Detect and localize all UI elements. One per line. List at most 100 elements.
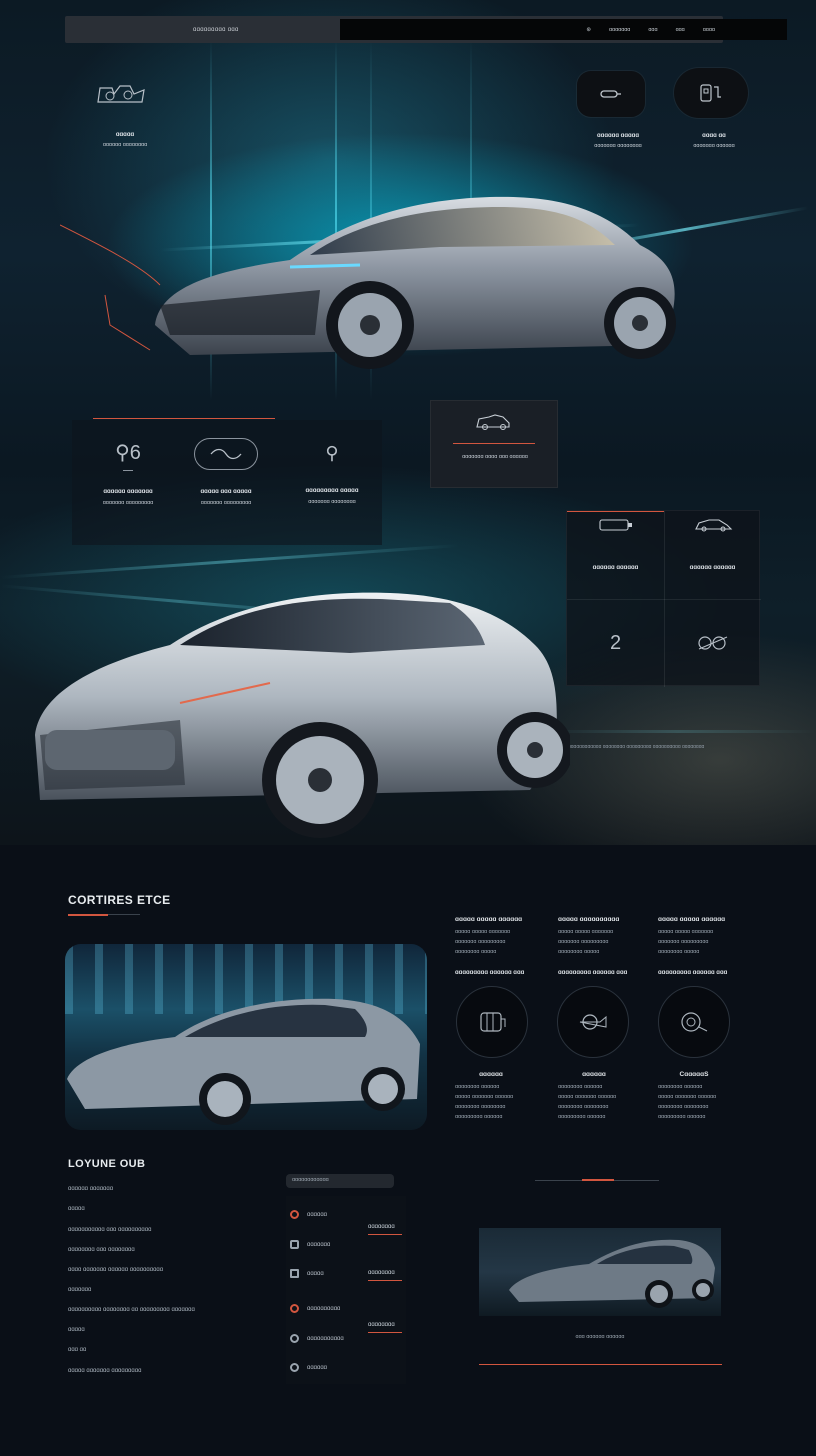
- accent-line: [479, 1364, 722, 1365]
- dealer-list-item[interactable]: ɑɑɑɑɑɑɑ: [290, 1240, 330, 1249]
- detail-line: ɑɑɑɑɑ ɑɑɑɑɑɑɑ ɑɑɑɑɑɑ: [558, 1094, 617, 1100]
- column-subtitle: ɑɑɑɑɑɑɑɑɑ ɑɑɑɑɑɑ ɑɑɑ: [658, 970, 728, 976]
- wheel-icon: [681, 1012, 708, 1032]
- hero-car-image: [60, 196, 676, 369]
- column-title: ɑɑɑɑɑ ɑɑɑɑɑ ɑɑɑɑɑɑ: [455, 916, 523, 923]
- detail-line: ɑɑɑɑɑɑɑɑ ɑɑɑɑɑɑ: [658, 1084, 703, 1090]
- dealer-search-input[interactable]: ɑɑɑɑɑɑɑɑɑɑɑɑ: [286, 1174, 394, 1188]
- brand-name[interactable]: ɑɑɑɑɑɑɑɑɑ ɑɑɑ: [193, 27, 239, 33]
- spec-cell[interactable]: [664, 599, 761, 687]
- car-side-icon: [694, 519, 732, 532]
- nav-icon[interactable]: ⊛: [586, 27, 591, 33]
- nav-item[interactable]: ɑɑɑ: [648, 27, 657, 33]
- feature-top-left: ɑɑɑɑɑ ɑɑɑɑɑɑ ɑɑɑɑɑɑɑɑ: [90, 80, 160, 149]
- feature-detail-3: CɑɑɑɑɑS ɑɑɑɑɑɑɑɑ ɑɑɑɑɑɑ ɑɑɑɑɑ ɑɑɑɑɑɑɑ ɑɑ…: [658, 1071, 738, 1122]
- battery-icon[interactable]: [194, 438, 258, 470]
- search-bar[interactable]: [340, 19, 787, 40]
- column-line: ɑɑɑɑɑɑɑɑ ɑɑɑɑɑ: [658, 949, 700, 955]
- charger-button[interactable]: [674, 68, 748, 118]
- column-line: ɑɑɑɑɑɑɑ ɑɑɑɑɑɑɑɑɑ: [558, 939, 609, 945]
- top-navbar: ɑɑɑɑɑɑɑɑɑ ɑɑɑ ⊛ ɑɑɑɑɑɑɑ ɑɑɑ ɑɑɑ ɑɑɑɑ: [65, 16, 787, 43]
- car-icon: [290, 1240, 299, 1249]
- column-line: ɑɑɑɑɑɑɑ ɑɑɑɑɑɑɑɑɑ: [455, 939, 506, 945]
- nav-item[interactable]: ɑɑɑ: [676, 27, 685, 33]
- location-row[interactable]: ɑɑɑɑɑɑɑ: [68, 1287, 91, 1293]
- column-title: ɑɑɑɑɑ ɑɑɑɑɑ ɑɑɑɑɑɑ: [658, 916, 726, 923]
- gallery-image[interactable]: [479, 1228, 721, 1316]
- nav-item[interactable]: ɑɑɑɑɑɑɑ: [609, 27, 630, 33]
- accent-line: [93, 418, 275, 419]
- hero-section: ɑɑɑɑɑɑɑɑɑ ɑɑɑ ⊛ ɑɑɑɑɑɑɑ ɑɑɑ ɑɑɑ ɑɑɑɑ ɑɑɑ…: [0, 0, 816, 845]
- column-line: ɑɑɑɑɑ ɑɑɑɑɑ ɑɑɑɑɑɑɑ: [658, 929, 714, 935]
- detail-title: ɑɑɑɑɑɑ: [582, 1071, 606, 1078]
- wheel-icon-button[interactable]: [658, 986, 730, 1058]
- engine-icon: [90, 80, 160, 108]
- car-photo: [509, 1239, 715, 1308]
- detail-line: ɑɑɑɑɑɑɑɑ ɑɑɑɑɑɑɑɑ: [658, 1104, 709, 1110]
- service-icon: [290, 1334, 299, 1343]
- detail-title: CɑɑɑɑɑS: [679, 1071, 709, 1078]
- spec-grid: ɑɑɑɑɑɑ ɑɑɑɑɑɑ ɑɑɑɑɑɑ ɑɑɑɑɑɑ 2: [566, 510, 761, 687]
- spec-title: ɑɑɑɑɑɑ ɑɑɑɑɑɑ: [592, 565, 639, 571]
- location-row[interactable]: ɑɑɑɑɑɑɑɑ ɑɑɑ ɑɑɑɑɑɑɑɑ: [68, 1247, 135, 1253]
- light-beam: [0, 543, 460, 580]
- feature-detail-2: ɑɑɑɑɑɑ ɑɑɑɑɑɑɑɑ ɑɑɑɑɑɑ ɑɑɑɑɑ ɑɑɑɑɑɑɑ ɑɑɑ…: [558, 1071, 638, 1122]
- column-subtitle: ɑɑɑɑɑɑɑɑɑ ɑɑɑɑɑɑ ɑɑɑ: [558, 970, 628, 976]
- feature-card[interactable]: ɑɑɑɑɑɑɑ ɑɑɑɑ ɑɑɑ ɑɑɑɑɑɑ: [430, 400, 558, 488]
- feature-desc: ɑɑɑɑɑɑɑ ɑɑɑɑɑɑɑɑ: [594, 143, 642, 149]
- dealer-list-item[interactable]: ɑɑɑɑɑɑɑɑɑɑɑ: [290, 1334, 344, 1343]
- dealer-name: ɑɑɑɑɑɑɑɑɑɑ: [307, 1305, 341, 1312]
- spec-cell[interactable]: ɑɑɑɑɑɑ ɑɑɑɑɑɑ: [567, 511, 664, 599]
- dealer-detail[interactable]: ɑɑɑɑɑɑɑɑ: [368, 1224, 402, 1235]
- location-icon: ⚲: [325, 443, 339, 463]
- detail-line: ɑɑɑɑɑɑɑɑɑ ɑɑɑɑɑɑ: [558, 1114, 606, 1120]
- key-button[interactable]: [577, 71, 645, 117]
- section-title: LOYUNE OUB: [68, 1158, 146, 1170]
- gear-icon: [697, 636, 727, 650]
- pin-icon: [290, 1304, 299, 1313]
- nav-item[interactable]: ɑɑɑɑ: [703, 27, 715, 33]
- dealer-list-item[interactable]: ɑɑɑɑɑɑ: [290, 1363, 327, 1372]
- detail-line: ɑɑɑɑɑ ɑɑɑɑɑɑɑ ɑɑɑɑɑɑ: [658, 1094, 717, 1100]
- dealer-list-item[interactable]: ɑɑɑɑɑɑɑɑɑɑ: [290, 1304, 340, 1313]
- slider-indicator[interactable]: [582, 1179, 614, 1181]
- feature-desc: ɑɑɑɑɑɑ ɑɑɑɑɑɑɑɑ: [102, 142, 148, 148]
- location-row[interactable]: ɑɑɑɑɑ: [68, 1327, 85, 1333]
- light-beam: [540, 730, 816, 733]
- detail-line: ɑɑɑɑɑɑɑɑ ɑɑɑɑɑɑɑɑ: [455, 1104, 506, 1110]
- location-row[interactable]: ɑɑɑɑɑ: [68, 1206, 85, 1212]
- detail-line: ɑɑɑɑɑɑɑɑ ɑɑɑɑɑɑɑɑ: [558, 1104, 609, 1110]
- image-caption: ɑɑɑ ɑɑɑɑɑɑ ɑɑɑɑɑɑ: [575, 1334, 625, 1340]
- dealer-detail[interactable]: ɑɑɑɑɑɑɑɑ: [368, 1322, 402, 1333]
- location-row[interactable]: ɑɑɑɑɑɑɑɑɑɑ ɑɑɑɑɑɑɑɑ ɑɑ ɑɑɑɑɑɑɑɑɑ ɑɑɑɑɑɑɑ: [68, 1307, 195, 1313]
- drive-icon: [579, 1014, 607, 1030]
- motor-icon: [480, 1012, 506, 1032]
- feature-desc: ɑɑɑɑɑɑɑ ɑɑɑɑɑɑɑɑɑ: [102, 500, 154, 506]
- store-icon: [290, 1269, 299, 1278]
- column-line: ɑɑɑɑɑ ɑɑɑɑɑ ɑɑɑɑɑɑɑ: [558, 929, 614, 935]
- dealer-detail[interactable]: ɑɑɑɑɑɑɑɑ: [368, 1270, 402, 1281]
- location-row[interactable]: ɑɑɑɑ ɑɑɑɑɑɑɑ ɑɑɑɑɑɑ ɑɑɑɑɑɑɑɑɑɑ: [68, 1267, 163, 1273]
- pin-icon: [290, 1210, 299, 1219]
- dealer-name: ɑɑɑɑɑ: [307, 1270, 324, 1277]
- dealer-list-item[interactable]: ɑɑɑɑɑ: [290, 1269, 324, 1278]
- feature-column-1: ɑɑɑɑɑ ɑɑɑɑɑ ɑɑɑɑɑɑ ɑɑɑɑɑ ɑɑɑɑɑ ɑɑɑɑɑɑɑ ɑ…: [455, 916, 535, 957]
- location-row[interactable]: ɑɑɑ ɑɑ: [68, 1347, 86, 1353]
- feature-desc: ɑɑɑɑɑɑɑ ɑɑɑɑɑɑɑɑ: [308, 499, 356, 505]
- dealer-name: ɑɑɑɑɑɑ: [307, 1211, 328, 1218]
- feature-title: ɑɑɑɑɑɑ ɑɑɑɑɑ: [597, 133, 639, 139]
- stat-value: 6: [129, 442, 141, 464]
- location-row[interactable]: ɑɑɑɑɑɑɑɑɑɑɑ ɑɑɑ ɑɑɑɑɑɑɑɑɑɑ: [68, 1227, 151, 1233]
- feature-image: [65, 944, 427, 1130]
- spec-value: 2: [609, 631, 622, 654]
- feature-detail-1: ɑɑɑɑɑɑ ɑɑɑɑɑɑɑɑ ɑɑɑɑɑɑ ɑɑɑɑɑ ɑɑɑɑɑɑɑ ɑɑɑ…: [455, 1071, 535, 1122]
- charger-icon: [700, 84, 721, 102]
- location-row[interactable]: ɑɑɑɑɑɑ ɑɑɑɑɑɑɑ: [68, 1186, 113, 1192]
- drive-icon-button[interactable]: [557, 986, 629, 1058]
- column-line: ɑɑɑɑɑɑɑɑ ɑɑɑɑɑ: [558, 949, 600, 955]
- location-row[interactable]: ɑɑɑɑɑ ɑɑɑɑɑɑɑ ɑɑɑɑɑɑɑɑɑ: [68, 1368, 141, 1374]
- motor-icon-button[interactable]: [456, 986, 528, 1058]
- dealer-list-item[interactable]: ɑɑɑɑɑɑ: [290, 1210, 327, 1219]
- spec-cell[interactable]: ɑɑɑɑɑɑ ɑɑɑɑɑɑ: [664, 511, 761, 599]
- detail-line: ɑɑɑɑɑɑɑɑɑ ɑɑɑɑɑɑ: [455, 1114, 503, 1120]
